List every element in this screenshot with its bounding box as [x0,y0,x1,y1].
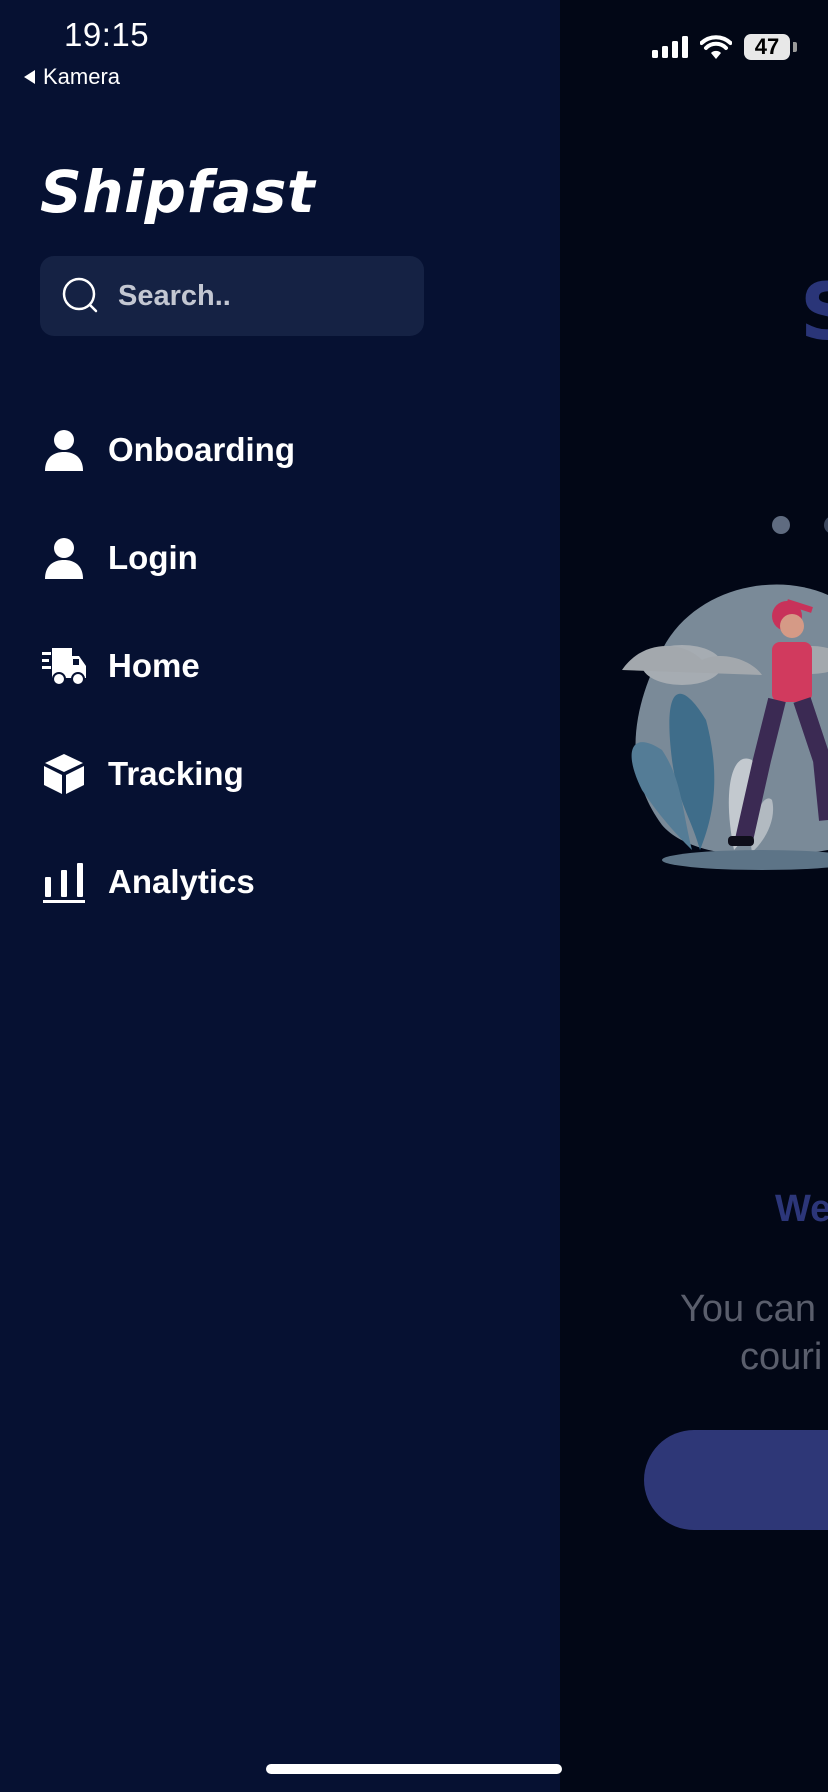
nav-item-label: Home [108,647,200,684]
background-description: You can [680,1288,816,1330]
wifi-icon [700,35,732,59]
nav-item-login[interactable]: Login [0,504,560,612]
brand-logo: Shipfast [40,158,316,226]
box-icon [42,752,86,796]
back-to-app-link[interactable]: Kamera [24,64,120,90]
page-indicator-dot [772,516,790,534]
background-welcome-heading: We [775,1188,828,1230]
nav-item-label: Analytics [108,863,255,900]
nav-item-tracking[interactable]: Tracking [0,720,560,828]
nav-item-label: Onboarding [108,431,295,468]
signal-icon [652,36,688,58]
background-description: couri [740,1336,823,1378]
status-time: 19:15 [64,16,150,53]
battery-nub [793,42,797,52]
search-input[interactable] [116,278,400,314]
navigation-drawer: 19:15 Kamera Shipfast Onboarding Login [0,0,560,1792]
background-title: S [800,268,828,358]
nav-item-onboarding[interactable]: Onboarding [0,396,560,504]
courier-illustration [622,584,828,870]
background-primary-button [644,1430,828,1530]
nav-item-label: Tracking [108,755,244,792]
delivery-truck-icon [42,644,86,688]
home-indicator[interactable] [266,1764,562,1774]
nav-item-home[interactable]: Home [0,612,560,720]
drawer-nav: Onboarding Login Home Tracking Analytics [0,396,560,936]
status-icons: 47 [652,34,797,60]
battery-icon: 47 [744,34,790,60]
bar-chart-icon [42,860,86,904]
nav-item-label: Login [108,539,198,576]
user-icon [42,536,86,580]
search-icon [62,277,98,313]
page-indicator-dot [824,516,828,534]
battery-level: 47 [754,34,780,59]
back-arrow-icon [24,70,35,84]
user-icon [42,428,86,472]
search-bar[interactable] [40,256,424,336]
back-app-label: Kamera [43,64,121,89]
nav-item-analytics[interactable]: Analytics [0,828,560,936]
background-screen: S We You can couri [560,0,828,1792]
